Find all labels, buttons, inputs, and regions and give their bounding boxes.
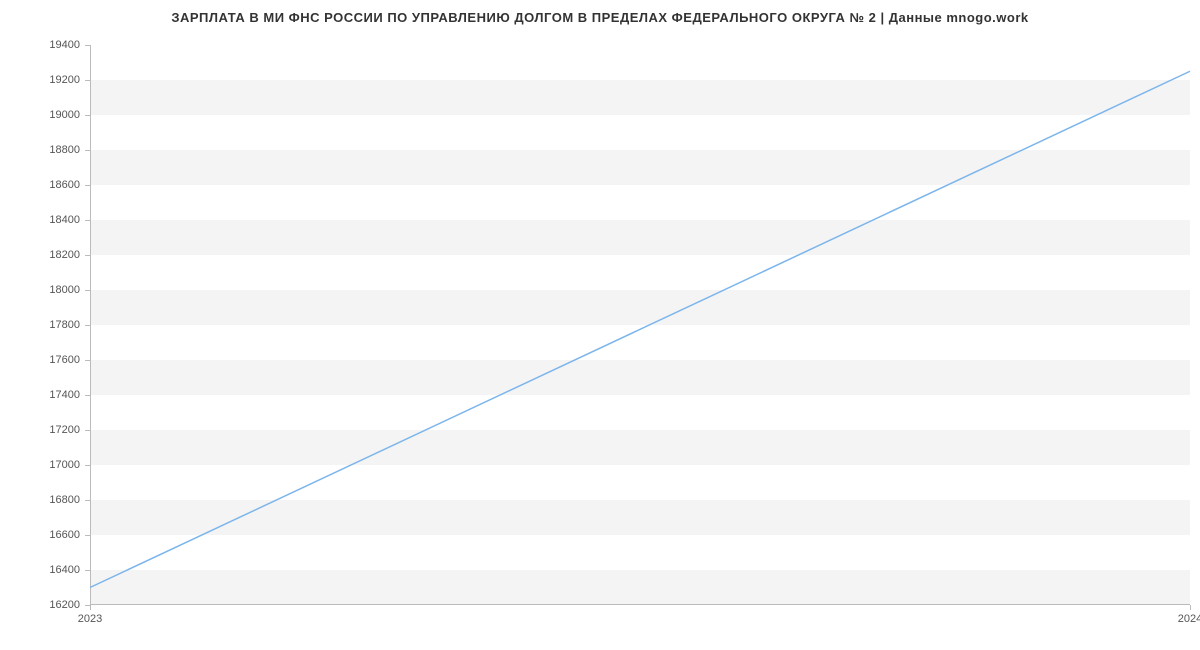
y-tick-mark bbox=[85, 80, 90, 81]
x-tick-mark bbox=[90, 605, 91, 610]
y-tick-label: 16200 bbox=[20, 599, 80, 611]
y-tick-mark bbox=[85, 325, 90, 326]
y-tick-mark bbox=[85, 430, 90, 431]
y-tick-label: 16800 bbox=[20, 494, 80, 506]
y-tick-mark bbox=[85, 500, 90, 501]
x-tick-label: 2024 bbox=[1178, 613, 1200, 625]
chart-container: ЗАРПЛАТА В МИ ФНС РОССИИ ПО УПРАВЛЕНИЮ Д… bbox=[0, 0, 1200, 650]
y-tick-mark bbox=[85, 45, 90, 46]
y-tick-mark bbox=[85, 570, 90, 571]
x-tick-mark bbox=[1190, 605, 1191, 610]
y-tick-label: 17600 bbox=[20, 354, 80, 366]
x-tick-label: 2023 bbox=[78, 613, 102, 625]
y-tick-label: 18600 bbox=[20, 179, 80, 191]
y-tick-mark bbox=[85, 185, 90, 186]
plot-inner: 1620016400166001680017000172001740017600… bbox=[90, 45, 1190, 605]
chart-title: ЗАРПЛАТА В МИ ФНС РОССИИ ПО УПРАВЛЕНИЮ Д… bbox=[0, 10, 1200, 25]
y-tick-mark bbox=[85, 220, 90, 221]
y-tick-mark bbox=[85, 150, 90, 151]
y-tick-label: 17400 bbox=[20, 389, 80, 401]
y-tick-mark bbox=[85, 535, 90, 536]
y-tick-label: 17800 bbox=[20, 319, 80, 331]
y-tick-label: 17000 bbox=[20, 459, 80, 471]
y-tick-label: 19000 bbox=[20, 109, 80, 121]
y-tick-label: 19200 bbox=[20, 74, 80, 86]
y-tick-label: 18000 bbox=[20, 284, 80, 296]
y-tick-label: 18400 bbox=[20, 214, 80, 226]
y-tick-mark bbox=[85, 115, 90, 116]
y-tick-label: 19400 bbox=[20, 39, 80, 51]
y-tick-label: 18200 bbox=[20, 249, 80, 261]
y-tick-mark bbox=[85, 255, 90, 256]
y-tick-label: 16600 bbox=[20, 529, 80, 541]
plot-area: 1620016400166001680017000172001740017600… bbox=[90, 45, 1190, 605]
y-tick-label: 16400 bbox=[20, 564, 80, 576]
line-layer bbox=[90, 45, 1190, 605]
y-tick-label: 17200 bbox=[20, 424, 80, 436]
y-tick-mark bbox=[85, 360, 90, 361]
y-tick-mark bbox=[85, 290, 90, 291]
y-tick-label: 18800 bbox=[20, 144, 80, 156]
y-tick-mark bbox=[85, 395, 90, 396]
series-line bbox=[90, 71, 1190, 587]
y-tick-mark bbox=[85, 465, 90, 466]
